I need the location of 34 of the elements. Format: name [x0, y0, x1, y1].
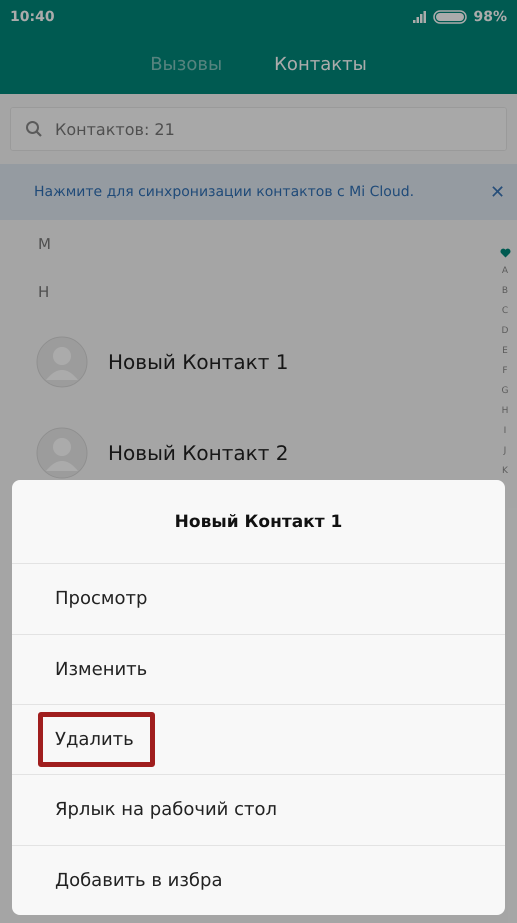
banner-text: Нажмите для синхронизации контактов с Mi Cloud.: [34, 184, 414, 200]
index-letter[interactable]: C: [502, 306, 508, 326]
tab[interactable]: Контакты: [274, 54, 367, 74]
index-letter[interactable]: I: [504, 426, 506, 446]
sync-banner[interactable]: Нажмите для синхронизации контактов с Mi Cloud. ✕: [0, 164, 517, 220]
index-letter[interactable]: B: [502, 286, 508, 306]
menu-item[interactable]: Просмотр: [38, 571, 168, 626]
section-letter: Н: [37, 282, 50, 303]
menu-item[interactable]: Удалить: [38, 712, 155, 768]
battery-icon: [433, 10, 468, 24]
menu-item[interactable]: Изменить: [38, 642, 168, 697]
index-letter[interactable]: H: [502, 406, 508, 426]
tab[interactable]: Вызовы: [150, 54, 222, 74]
battery-level: 98%: [473, 9, 507, 25]
clock: 10:40: [10, 9, 55, 25]
signal-icon: [413, 11, 428, 23]
index-letter[interactable]: F: [502, 366, 508, 386]
menu-title: Новый Контакт 1: [174, 510, 344, 534]
search-icon: [25, 120, 43, 138]
index-letter[interactable]: A: [502, 266, 508, 286]
avatar-icon: [36, 336, 88, 388]
heart-icon[interactable]: [500, 248, 510, 258]
index-letter[interactable]: J: [504, 446, 506, 466]
menu-item[interactable]: Добавить в избра: [38, 852, 244, 908]
index-letter[interactable]: D: [502, 326, 508, 346]
search-input[interactable]: Контактов: 21: [53, 118, 492, 140]
section-letter: М: [37, 234, 52, 255]
index-letter[interactable]: G: [502, 386, 508, 406]
menu-item[interactable]: Ярлык на рабочий стол: [38, 782, 298, 838]
close-button[interactable]: ✕: [490, 181, 505, 203]
index-letter[interactable]: E: [502, 346, 508, 366]
contact-name[interactable]: Новый Контакт 1: [108, 350, 288, 374]
contact-name[interactable]: Новый Контакт 2: [108, 440, 288, 464]
search-bar[interactable]: Контактов: 21: [10, 107, 507, 151]
